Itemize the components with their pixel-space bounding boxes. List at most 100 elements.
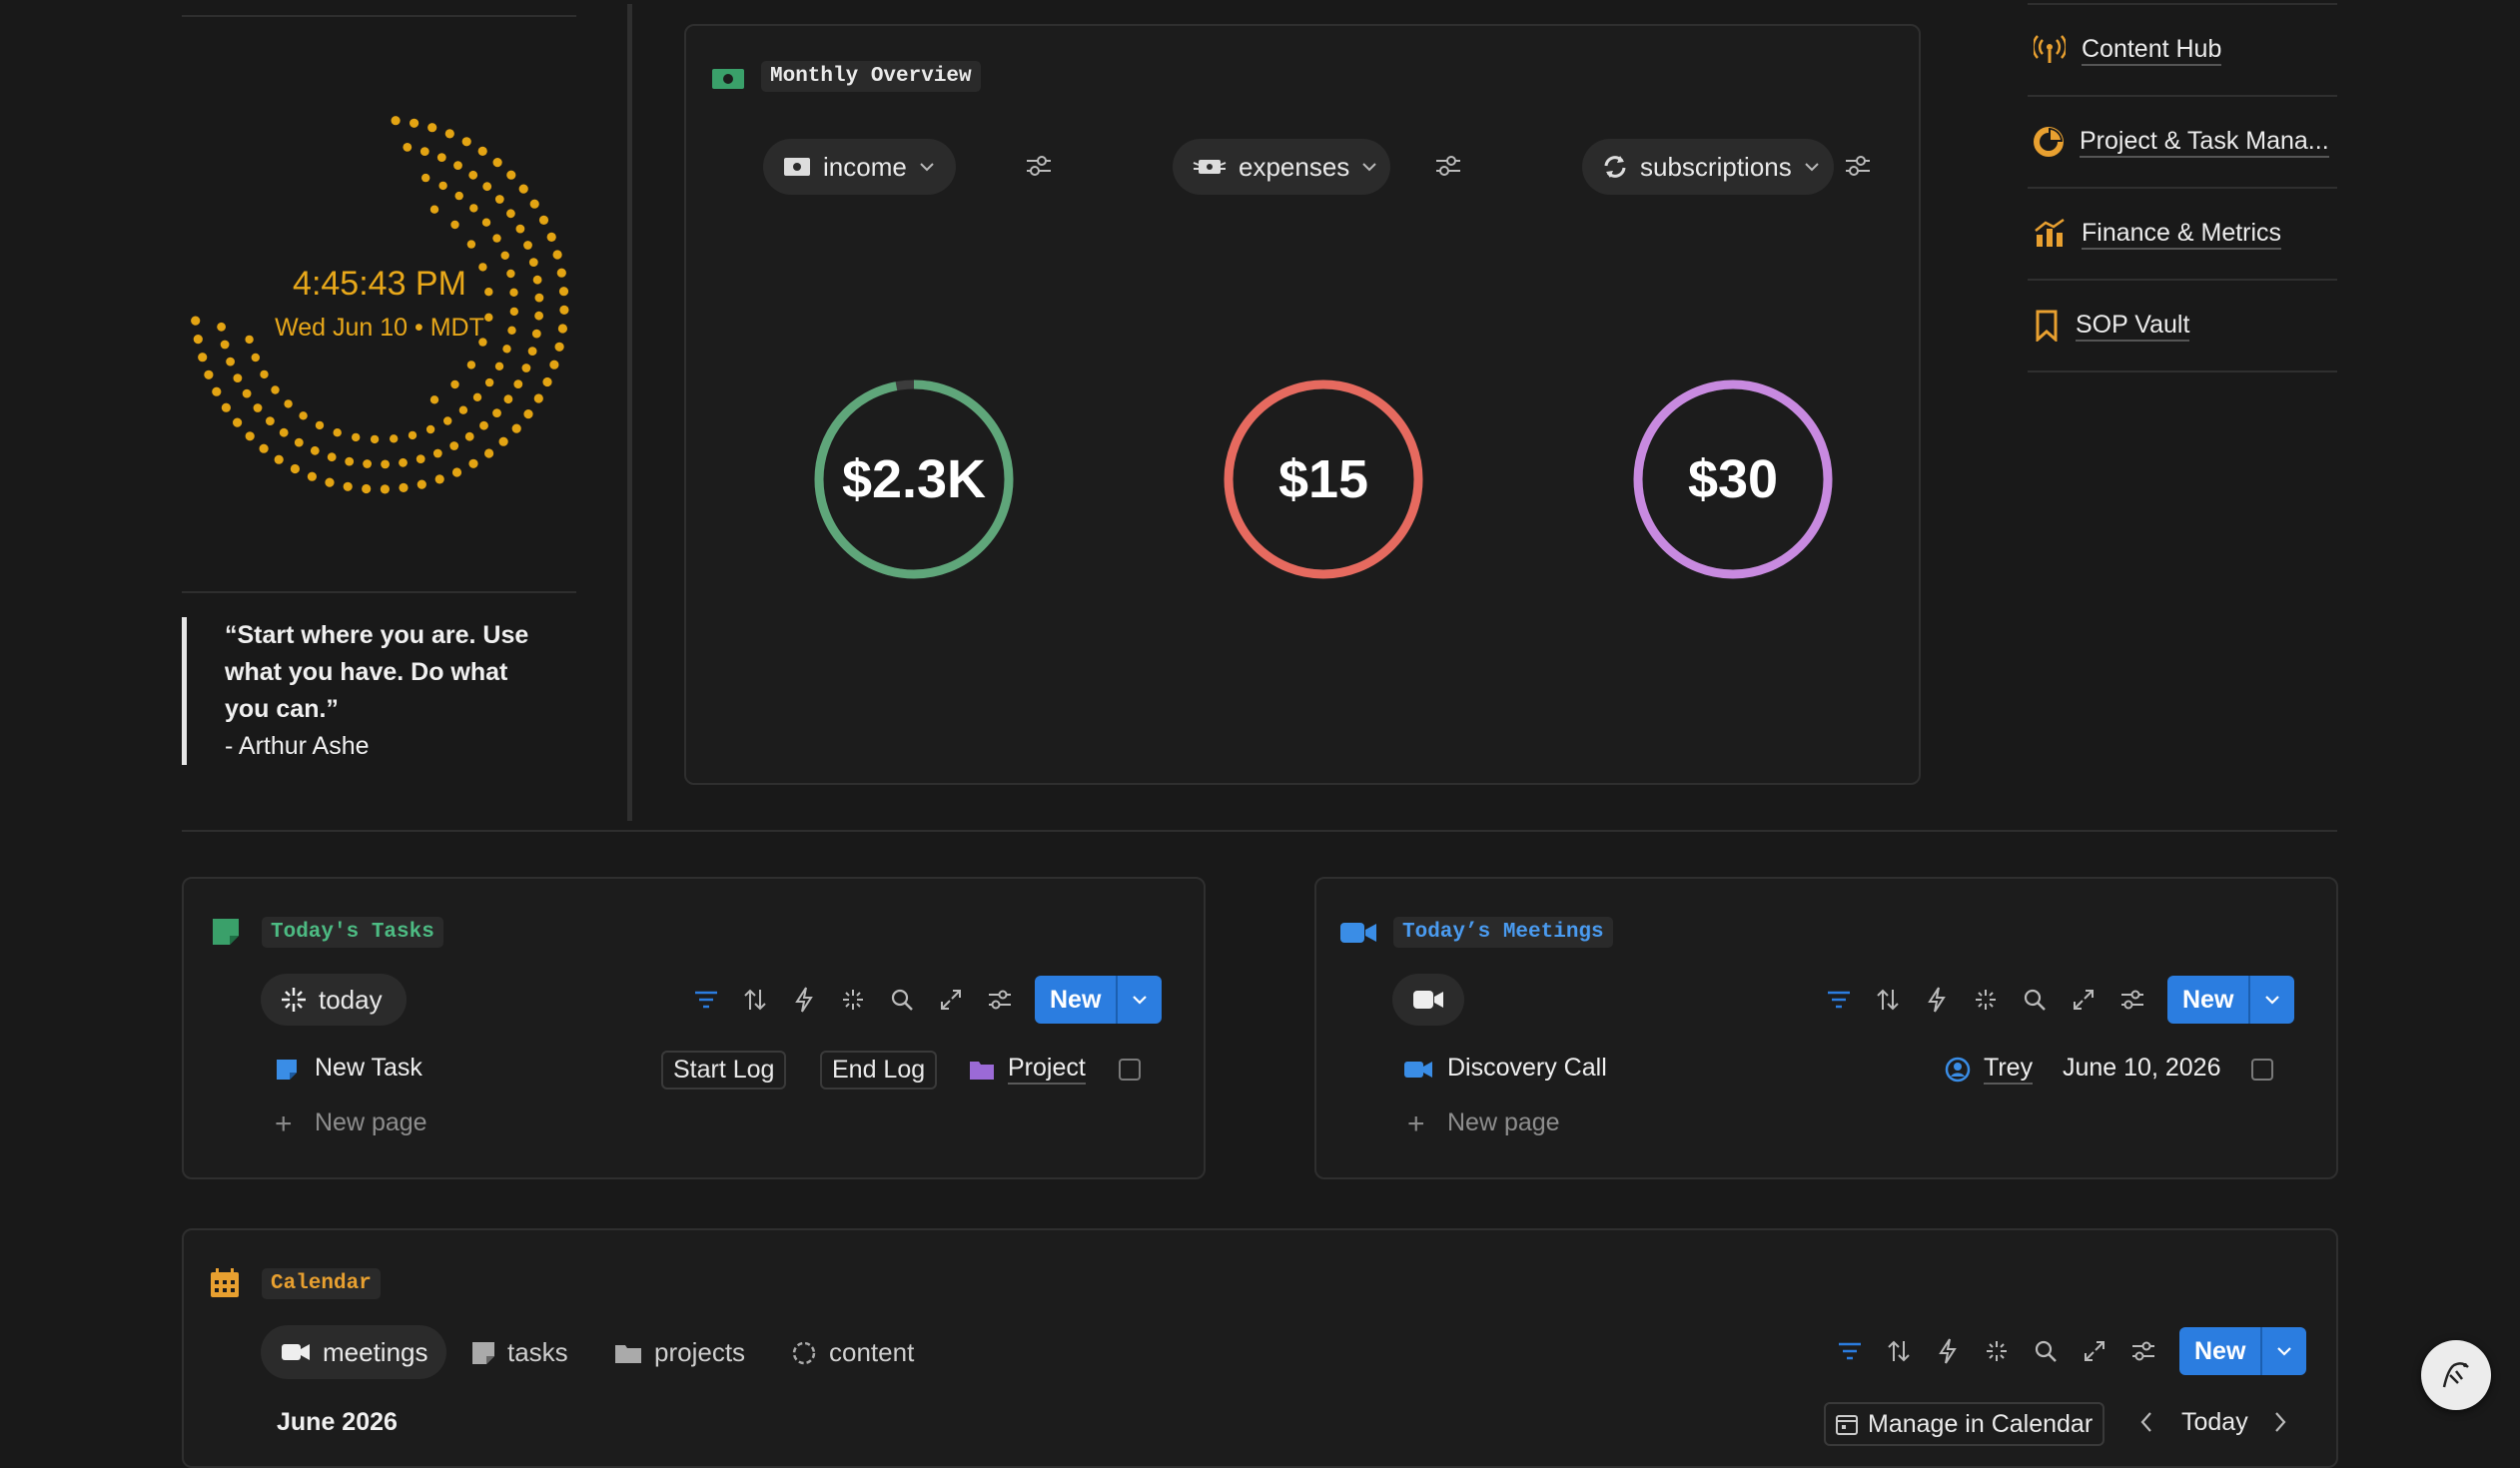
nav-project-task[interactable]: Project & Task Mana...: [2028, 97, 2337, 189]
nav-finance-metrics-label: Finance & Metrics: [2082, 219, 2282, 250]
meeting-name[interactable]: Discovery Call: [1447, 1054, 1607, 1083]
view-today[interactable]: today: [261, 974, 407, 1026]
clock-dot: [220, 340, 230, 350]
sparkle-icon: [281, 987, 307, 1013]
clock-dot: [279, 427, 289, 437]
metric-expenses: $15: [1219, 374, 1428, 584]
search-icon[interactable]: [885, 983, 919, 1017]
sort-icon[interactable]: [1882, 1334, 1916, 1368]
clock-dot: [370, 434, 380, 444]
nav-finance-metrics[interactable]: Finance & Metrics: [2028, 189, 2337, 281]
lightning-icon[interactable]: [1931, 1334, 1965, 1368]
filter-icon[interactable]: [1833, 1334, 1867, 1368]
tasks-new-button[interactable]: New: [1035, 976, 1163, 1024]
clock-dot: [453, 161, 462, 170]
clock-dot: [461, 137, 471, 147]
calendar-new-button[interactable]: New: [2179, 1327, 2307, 1375]
task-name[interactable]: New Task: [315, 1054, 422, 1083]
clock-dot: [549, 360, 559, 369]
clock-dot: [469, 204, 478, 213]
settings-sliders-icon[interactable]: [2126, 1334, 2160, 1368]
project-link[interactable]: Project: [1008, 1054, 1086, 1085]
clock-dot: [434, 474, 444, 484]
nav-sop-vault[interactable]: SOP Vault: [2028, 281, 2337, 372]
filter-icon[interactable]: [689, 983, 723, 1017]
filter-settings-icon[interactable]: [1843, 152, 1873, 180]
chevron-down-icon[interactable]: [2260, 1327, 2307, 1375]
clock-dot: [310, 445, 320, 455]
lightning-icon[interactable]: [1920, 983, 1954, 1017]
sort-icon[interactable]: [738, 983, 772, 1017]
expand-icon[interactable]: [934, 983, 968, 1017]
clock-dot: [242, 388, 252, 398]
task-icon: [276, 1059, 298, 1081]
tab-tasks[interactable]: tasks: [471, 1337, 568, 1368]
clock-dot: [284, 399, 293, 408]
task-done-checkbox[interactable]: [1119, 1059, 1141, 1081]
automation-sparkle-icon[interactable]: [836, 983, 870, 1017]
lightning-icon[interactable]: [787, 983, 821, 1017]
clock-dot: [502, 345, 511, 354]
meetings-new-button[interactable]: New: [2167, 976, 2295, 1024]
chevron-left-icon[interactable]: [2139, 1411, 2153, 1433]
automation-sparkle-icon[interactable]: [1980, 1334, 2014, 1368]
tab-projects[interactable]: projects: [614, 1337, 745, 1368]
clock-dot: [403, 143, 413, 152]
search-icon[interactable]: [2018, 983, 2052, 1017]
clock-dot: [417, 479, 426, 489]
settings-sliders-icon[interactable]: [2115, 983, 2149, 1017]
chevron-right-icon[interactable]: [2273, 1411, 2287, 1433]
expand-icon[interactable]: [2078, 1334, 2111, 1368]
money-wings-icon: [1193, 157, 1227, 177]
sort-icon[interactable]: [1871, 983, 1905, 1017]
chevron-down-icon: [1361, 162, 1377, 172]
tasks-new-page[interactable]: New page: [315, 1108, 427, 1137]
clock-dot: [527, 347, 537, 356]
chevron-down-icon[interactable]: [2248, 976, 2295, 1024]
clock-dot: [191, 316, 201, 326]
clock-dot: [399, 482, 409, 492]
view-today-label: today: [319, 984, 383, 1015]
nav-content-hub[interactable]: Content Hub: [2028, 5, 2337, 97]
clock-dot: [212, 386, 222, 396]
search-icon[interactable]: [2029, 1334, 2063, 1368]
video-camera-icon: [1339, 921, 1377, 945]
tab-projects-label: projects: [654, 1337, 746, 1367]
filter-settings-icon[interactable]: [1433, 152, 1463, 180]
clock-dot: [233, 417, 243, 427]
tab-meetings[interactable]: meetings: [261, 1325, 446, 1379]
meeting-done-checkbox[interactable]: [2251, 1059, 2273, 1081]
expand-icon[interactable]: [2067, 983, 2100, 1017]
clock-dot: [193, 335, 203, 345]
clock-dot: [315, 420, 325, 430]
tab-content[interactable]: content: [791, 1337, 914, 1368]
today-button[interactable]: Today: [2181, 1408, 2248, 1437]
filter-icon[interactable]: [1822, 983, 1856, 1017]
tab-content-label: content: [829, 1337, 915, 1367]
clock-dot: [451, 467, 462, 477]
chevron-down-icon[interactable]: [1116, 976, 1163, 1024]
meeting-person[interactable]: Trey: [1984, 1054, 2034, 1085]
assistant-button[interactable]: [2421, 1340, 2491, 1410]
clock-dot: [521, 364, 531, 372]
automation-sparkle-icon[interactable]: [1969, 983, 2003, 1017]
manage-in-calendar-button[interactable]: Manage in Calendar: [1824, 1402, 2105, 1446]
clock-dot: [204, 369, 214, 379]
clock-dot: [515, 224, 525, 234]
clock-dot: [494, 362, 504, 370]
filter-settings-icon[interactable]: [1024, 152, 1054, 180]
manage-in-calendar-label: Manage in Calendar: [1868, 1409, 2094, 1438]
filter-income[interactable]: income: [763, 139, 956, 195]
clock-dot: [443, 416, 452, 425]
clock-dot: [472, 392, 482, 401]
meetings-new-page[interactable]: New page: [1447, 1108, 1560, 1137]
end-log-button[interactable]: End Log: [820, 1051, 938, 1090]
clock-dot: [534, 293, 544, 303]
clock-dot: [274, 454, 284, 464]
settings-sliders-icon[interactable]: [983, 983, 1017, 1017]
start-log-button[interactable]: Start Log: [661, 1051, 787, 1090]
view-video[interactable]: [1392, 974, 1464, 1026]
clock-dot: [450, 379, 459, 389]
filter-expenses[interactable]: expenses: [1173, 139, 1390, 195]
filter-subscriptions[interactable]: subscriptions: [1582, 139, 1834, 195]
